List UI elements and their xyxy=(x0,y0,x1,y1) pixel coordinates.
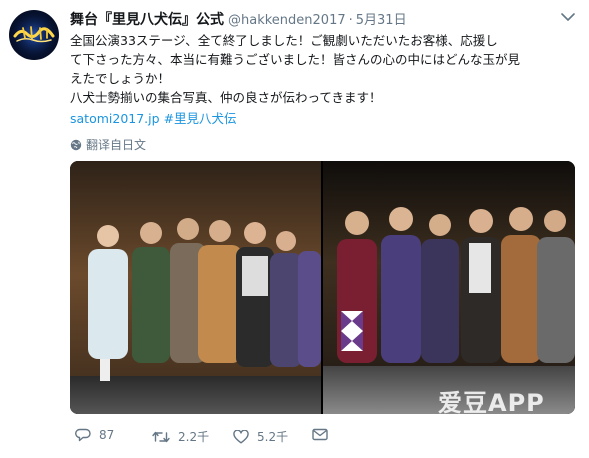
tweet-actions: 87 2.2千 5.2千 xyxy=(70,428,360,448)
avatar-logo xyxy=(10,11,58,59)
tweet-header: 舞台『里見八犬伝』公式 @hakkenden2017 · 5月31日 xyxy=(70,9,407,29)
translate-label: 翻译自日文 xyxy=(86,138,147,152)
direct-message-button[interactable] xyxy=(312,428,336,441)
retweet-count: 2.2千 xyxy=(178,430,210,444)
display-name[interactable]: 舞台『里見八犬伝』公式 xyxy=(70,9,224,29)
tweet-line: 八犬士勢揃いの集合写真、仲の良さが伝わってきます！ xyxy=(70,90,382,105)
tweet-links: satomi2017.jp #里見八犬伝 xyxy=(70,110,237,128)
envelope-icon xyxy=(312,428,328,441)
separator-dot: · xyxy=(348,13,353,28)
retweet-icon xyxy=(152,431,170,442)
hashtag-link[interactable]: #里見八犬伝 xyxy=(164,111,237,126)
reply-icon xyxy=(75,428,91,442)
tweet-line: えたでしょうか！ xyxy=(70,71,171,86)
reply-button[interactable]: 87 xyxy=(75,428,114,442)
avatar[interactable] xyxy=(9,10,59,60)
heart-icon xyxy=(233,429,249,443)
tweet-line: 全国公演33ステージ、全て終了しました！ご観劇いただいたお客様、応援し xyxy=(70,33,498,48)
like-count: 5.2千 xyxy=(257,430,289,444)
tweet-text: 全国公演33ステージ、全て終了しました！ご観劇いただいたお客様、応援し て下さっ… xyxy=(70,31,580,107)
like-button[interactable]: 5.2千 xyxy=(233,428,288,445)
media-grid xyxy=(70,161,575,414)
caret-down-icon[interactable] xyxy=(561,12,575,22)
watermark-subtitle: i d o l - a p p xyxy=(460,414,547,424)
globe-icon xyxy=(70,139,82,150)
username-handle[interactable]: @hakkenden2017 xyxy=(228,13,346,28)
tweet-date[interactable]: 5月31日 xyxy=(356,9,407,28)
tweet-line: て下さった方々、本当に有難うございました！皆さんの心の中にはどんな玉が見 xyxy=(70,52,521,67)
retweet-button[interactable]: 2.2千 xyxy=(152,428,209,445)
group-photo-right[interactable] xyxy=(323,161,575,414)
translate-button[interactable]: 翻译自日文 xyxy=(70,136,146,153)
group-photo-left[interactable] xyxy=(70,161,321,414)
website-link[interactable]: satomi2017.jp xyxy=(70,111,160,126)
tweet-card: 舞台『里見八犬伝』公式 @hakkenden2017 · 5月31日 全国公演3… xyxy=(0,0,589,458)
reply-count: 87 xyxy=(99,428,115,442)
